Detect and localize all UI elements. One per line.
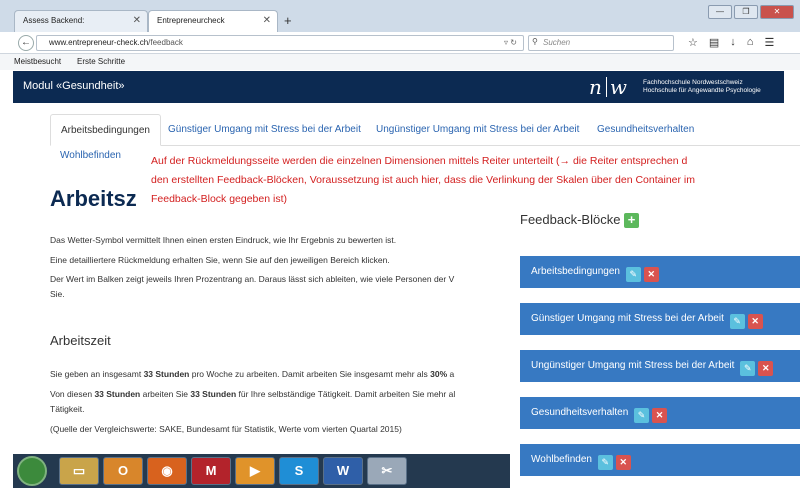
school-name: Fachhochschule Nordwestschweiz Hochschul…: [643, 79, 761, 95]
outlook-icon[interactable]: O: [103, 457, 143, 485]
feedback-block[interactable]: Arbeitsbedingungen ✎ ✕: [520, 256, 800, 288]
bookmark-meistbesucht[interactable]: Meistbesucht: [14, 57, 61, 66]
tab-label: Entrepreneurcheck: [157, 16, 225, 25]
feedback-blocks-title: Feedback-Blöcke: [520, 212, 621, 227]
window-close-icon[interactable]: ✕: [760, 5, 794, 19]
fhnw-logo: nw: [589, 75, 629, 99]
paragraph: Der Wert im Balken zeigt jeweils Ihren P…: [50, 274, 455, 284]
close-icon[interactable]: ✕: [263, 15, 271, 26]
source-note: (Quelle der Vergleichswerte: SAKE, Bunde…: [50, 424, 402, 434]
close-icon[interactable]: ✕: [652, 408, 668, 423]
browser-tab-assess[interactable]: Assess Backend: ✕: [14, 10, 148, 32]
toolbar-icons: ☆ ▤ ↓ ⌂ ☰: [688, 36, 774, 49]
maximize-icon[interactable]: ❐: [734, 5, 758, 19]
paragraph: Eine detailliertere Rückmeldung erhalten…: [50, 255, 390, 265]
add-block-button[interactable]: +: [624, 213, 639, 228]
windows-taskbar: ▭ O ◉ M ▶ S W ✂: [13, 454, 510, 488]
search-placeholder: Suchen: [543, 38, 571, 47]
reload-icon[interactable]: ▿ ↻: [504, 38, 517, 47]
download-icon[interactable]: ↓: [730, 36, 736, 49]
home-icon[interactable]: ⌂: [747, 36, 754, 49]
search-input[interactable]: ⚲ Suchen: [528, 35, 674, 51]
feedback-block[interactable]: Wohlbefinden ✎ ✕: [520, 444, 800, 476]
search-icon: ⚲: [532, 37, 538, 46]
module-title: Modul «Gesundheit»: [23, 80, 125, 92]
new-tab-icon[interactable]: +: [284, 13, 292, 28]
site-header: Modul «Gesundheit» nw Fachhochschule Nor…: [13, 71, 784, 103]
feedback-blocks-panel: Feedback-Blöcke + Arbeitsbedingungen ✎ ✕ …: [510, 196, 800, 488]
page-heading: Arbeitsz: [50, 186, 137, 211]
tab-label: Assess Backend:: [23, 16, 85, 25]
minimize-icon[interactable]: —: [708, 5, 732, 19]
media-player-icon[interactable]: ▶: [235, 457, 275, 485]
back-arrow-icon[interactable]: ←: [18, 35, 34, 51]
detail-line: Sie geben an insgesamt 33 Stunden pro Wo…: [50, 369, 455, 379]
annotation-line: Auf der Rückmeldungsseite werden die ein…: [151, 155, 688, 167]
tab-guenstiger-umgang[interactable]: Günstiger Umgang mit Stress bei der Arbe…: [168, 114, 361, 146]
feedback-block[interactable]: Ungünstiger Umgang mit Stress bei der Ar…: [520, 350, 800, 382]
pencil-icon[interactable]: ✎: [740, 361, 756, 376]
tab-unguenstiger-umgang[interactable]: Ungünstiger Umgang mit Stress bei der Ar…: [376, 114, 579, 146]
tab-arbeitsbedingungen[interactable]: Arbeitsbedingungen: [50, 114, 161, 146]
bookmark-erste-schritte[interactable]: Erste Schritte: [77, 57, 125, 66]
app-m-icon[interactable]: M: [191, 457, 231, 485]
feedback-block-label: Arbeitsbedingungen: [531, 266, 620, 277]
url-path: /feedback: [148, 38, 183, 47]
school-line2: Hochschule für Angewandte Psychologie: [643, 87, 761, 94]
browser-tab-strip: Assess Backend: ✕ Entrepreneurcheck ✕ + …: [0, 0, 800, 32]
close-icon[interactable]: ✕: [133, 15, 141, 26]
tab-gesundheitsverhalten[interactable]: Gesundheitsverhalten: [597, 114, 694, 146]
browser-tab-entrepreneurcheck[interactable]: Entrepreneurcheck ✕: [148, 10, 278, 32]
firefox-icon[interactable]: ◉: [147, 457, 187, 485]
clipboard-icon[interactable]: ▤: [709, 36, 719, 49]
snipping-tool-icon[interactable]: ✂: [367, 457, 407, 485]
close-icon[interactable]: ✕: [747, 314, 763, 329]
menu-icon[interactable]: ☰: [764, 36, 774, 49]
feedback-block-label: Wohlbefinden: [531, 454, 592, 465]
feedback-block-label: Günstiger Umgang mit Stress bei der Arbe…: [531, 313, 724, 324]
star-icon[interactable]: ☆: [688, 36, 698, 49]
close-icon[interactable]: ✕: [615, 455, 631, 470]
feedback-block[interactable]: Gesundheitsverhalten ✎ ✕: [520, 397, 800, 429]
section-heading: Arbeitszeit: [50, 333, 111, 348]
navigation-bar: ← www.entrepreneur-check.ch/feedback ▿ ↻…: [0, 32, 800, 54]
word-icon[interactable]: W: [323, 457, 363, 485]
detail-line: Tätigkeit.: [50, 404, 85, 414]
feedback-block-label: Ungünstiger Umgang mit Stress bei der Ar…: [531, 360, 735, 371]
school-line1: Fachhochschule Nordwestschweiz: [643, 79, 743, 86]
detail-line: Von diesen 33 Stunden arbeiten Sie 33 St…: [50, 389, 456, 399]
pencil-icon[interactable]: ✎: [625, 267, 641, 282]
annotation-line: den erstellten Feedback-Blöcken, Vorauss…: [151, 174, 695, 186]
skype-icon[interactable]: S: [279, 457, 319, 485]
tab-wohlbefinden[interactable]: Wohlbefinden: [60, 150, 121, 161]
window-controls: — ❐ ✕: [708, 5, 794, 19]
close-icon[interactable]: ✕: [758, 361, 774, 376]
bookmarks-bar: Meistbesucht Erste Schritte: [0, 54, 800, 70]
pencil-icon[interactable]: ✎: [597, 455, 613, 470]
url-host: www.entrepreneur-check.ch: [49, 38, 149, 47]
feedback-block[interactable]: Günstiger Umgang mit Stress bei der Arbe…: [520, 303, 800, 335]
explorer-icon[interactable]: ▭: [59, 457, 99, 485]
pencil-icon[interactable]: ✎: [634, 408, 650, 423]
url-bar[interactable]: www.entrepreneur-check.ch/feedback ▿ ↻: [36, 35, 524, 51]
paragraph: Sie.: [50, 289, 65, 299]
pencil-icon[interactable]: ✎: [729, 314, 745, 329]
feedback-block-label: Gesundheitsverhalten: [531, 407, 629, 418]
paragraph: Das Wetter-Symbol vermittelt Ihnen einen…: [50, 235, 397, 245]
windows-start-icon[interactable]: [17, 456, 47, 486]
close-icon[interactable]: ✕: [643, 267, 659, 282]
